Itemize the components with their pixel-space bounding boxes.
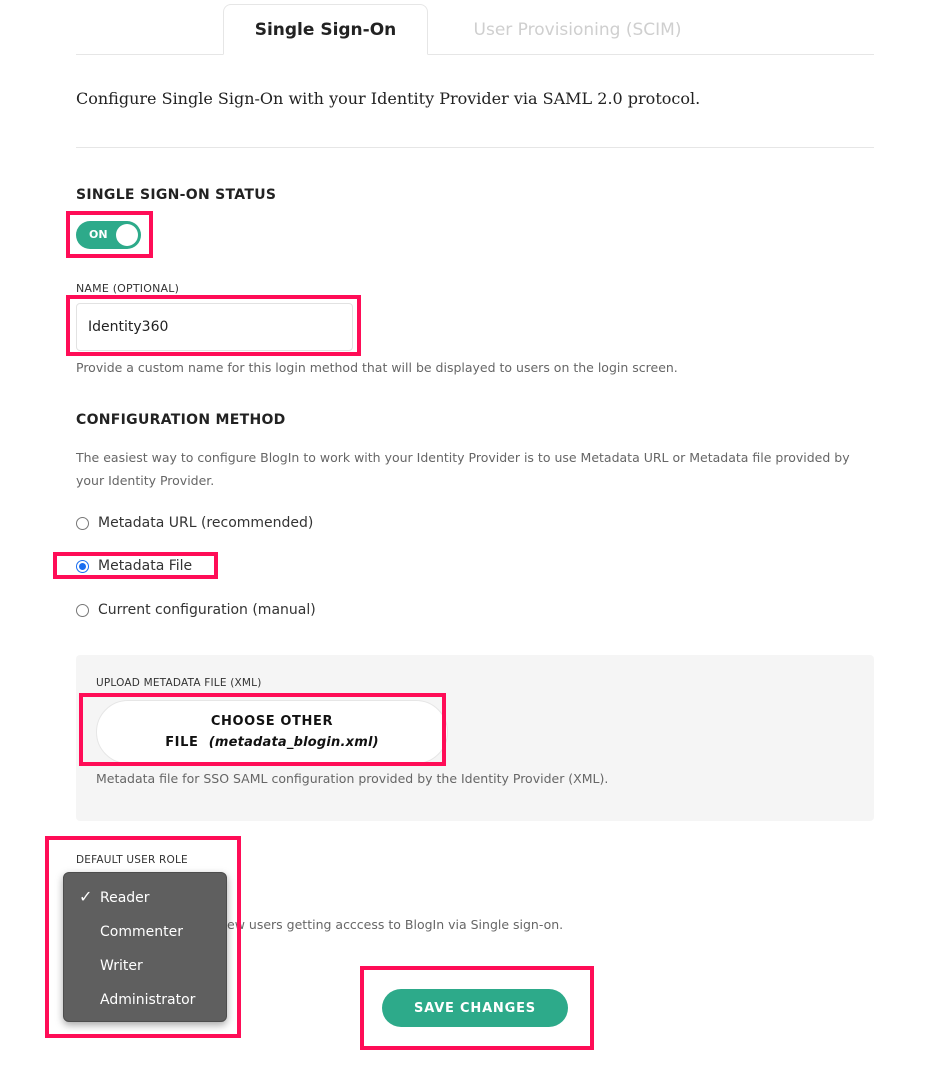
toggle-knob (116, 224, 138, 246)
tab-user-provisioning[interactable]: User Provisioning (SCIM) (445, 4, 710, 55)
sso-status-title: SINGLE SIGN-ON STATUS (76, 187, 277, 203)
default-role-help: r new users getting acccess to BlogIn vi… (210, 917, 564, 932)
page-intro: Configure Single Sign-On with your Ident… (76, 89, 701, 108)
radio-metadata-url[interactable]: Metadata URL (recommended) (76, 515, 313, 531)
default-role-dropdown-menu: ✓ Reader Commenter Writer Administrator (63, 872, 227, 1022)
menu-item-label: Commenter (100, 924, 183, 940)
radio-label: Metadata URL (recommended) (98, 515, 314, 531)
upload-label: UPLOAD METADATA FILE (XML) (96, 677, 262, 689)
sso-status-toggle[interactable]: ON (76, 221, 141, 249)
choose-file-word: FILE (165, 735, 199, 750)
choose-file-button[interactable]: CHOOSE OTHER FILE (metadata_blogin.xml) (96, 700, 448, 764)
radio-button[interactable] (76, 516, 89, 530)
config-method-title: CONFIGURATION METHOD (76, 412, 286, 428)
divider (76, 147, 874, 148)
tab-single-sign-on[interactable]: Single Sign-On (223, 4, 428, 55)
checkmark-icon: ✓ (79, 887, 93, 906)
config-method-description: The easiest way to configure BlogIn to w… (76, 450, 850, 488)
toggle-label: ON (89, 228, 108, 241)
menu-item-administrator[interactable]: Administrator (64, 983, 226, 1017)
radio-metadata-file[interactable]: Metadata File (76, 558, 192, 574)
radio-label: Current configuration (manual) (98, 602, 316, 618)
menu-item-writer[interactable]: Writer (64, 949, 226, 983)
choose-file-line2: FILE (metadata_blogin.xml) (165, 732, 379, 753)
menu-item-reader[interactable]: ✓ Reader (64, 881, 226, 915)
choose-file-line1: CHOOSE OTHER (210, 714, 334, 729)
save-changes-button[interactable]: SAVE CHANGES (382, 989, 568, 1027)
radio-button-selected[interactable] (76, 559, 89, 573)
menu-item-label: Reader (100, 890, 150, 906)
radio-label: Metadata File (98, 558, 193, 574)
menu-item-commenter[interactable]: Commenter (64, 915, 226, 949)
upload-help: Metadata file for SSO SAML configuration… (96, 771, 609, 786)
menu-item-label: Writer (100, 958, 143, 974)
name-input[interactable] (76, 303, 353, 351)
name-field-label: NAME (OPTIONAL) (76, 282, 180, 295)
radio-button[interactable] (76, 603, 89, 617)
default-role-label: DEFAULT USER ROLE (76, 854, 188, 866)
selected-file-name: (metadata_blogin.xml) (208, 735, 379, 750)
name-field-help: Provide a custom name for this login met… (76, 360, 678, 375)
menu-item-label: Administrator (100, 992, 196, 1008)
radio-current-configuration[interactable]: Current configuration (manual) (76, 602, 316, 618)
